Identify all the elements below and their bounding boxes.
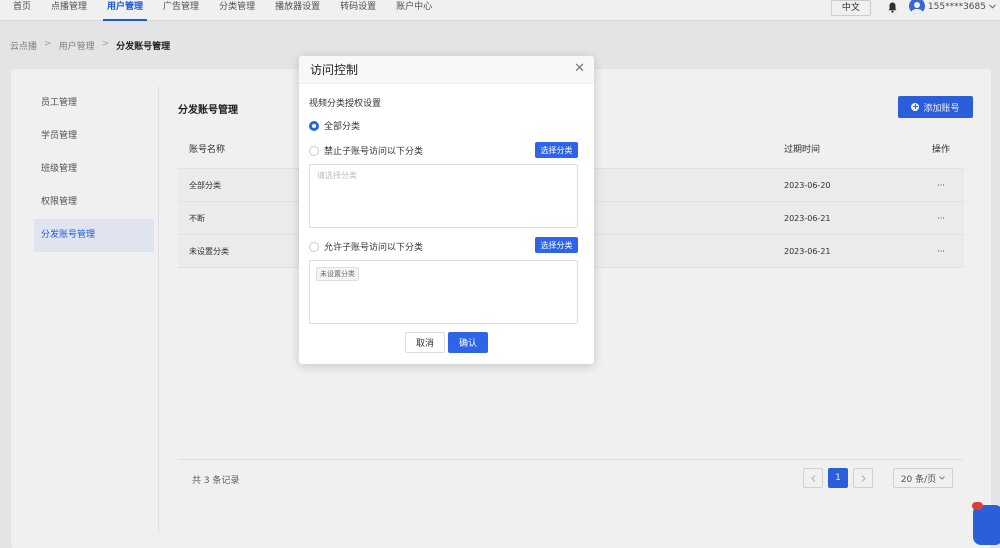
dialog-title: 访问控制 xyxy=(310,63,359,77)
section-title: 视频分类授权设置 xyxy=(309,99,382,109)
radio-label: 全部分类 xyxy=(324,122,361,132)
confirm-button[interactable]: 确认 xyxy=(448,332,488,353)
radio-all-categories[interactable]: 全部分类 xyxy=(309,119,360,132)
radio-button[interactable] xyxy=(309,145,319,156)
dialog-header: 访问控制 xyxy=(299,56,594,84)
radio-label: 禁止子账号访问以下分类 xyxy=(324,147,424,157)
access-control-dialog: 访问控制 ✕ 视频分类授权设置 全部分类 禁止子账号访问以下分类 选择分类 请选… xyxy=(299,56,594,364)
close-icon[interactable]: ✕ xyxy=(574,62,585,76)
select-category-button[interactable]: 选择分类 xyxy=(535,142,578,158)
radio-label: 允许子账号访问以下分类 xyxy=(324,243,424,253)
radio-allow-categories[interactable]: 允许子账号访问以下分类 xyxy=(309,240,423,253)
radio-button[interactable] xyxy=(309,241,319,252)
deny-categories-field[interactable]: 请选择分类 xyxy=(309,164,578,228)
category-tag: 未设置分类 xyxy=(316,267,359,281)
radio-deny-categories[interactable]: 禁止子账号访问以下分类 xyxy=(309,144,423,157)
allow-categories-field[interactable]: 未设置分类 xyxy=(309,260,578,324)
select-category-button[interactable]: 选择分类 xyxy=(535,237,578,253)
cancel-button[interactable]: 取消 xyxy=(405,332,445,353)
deny-placeholder: 请选择分类 xyxy=(317,171,357,180)
radio-button-checked[interactable] xyxy=(309,120,319,131)
